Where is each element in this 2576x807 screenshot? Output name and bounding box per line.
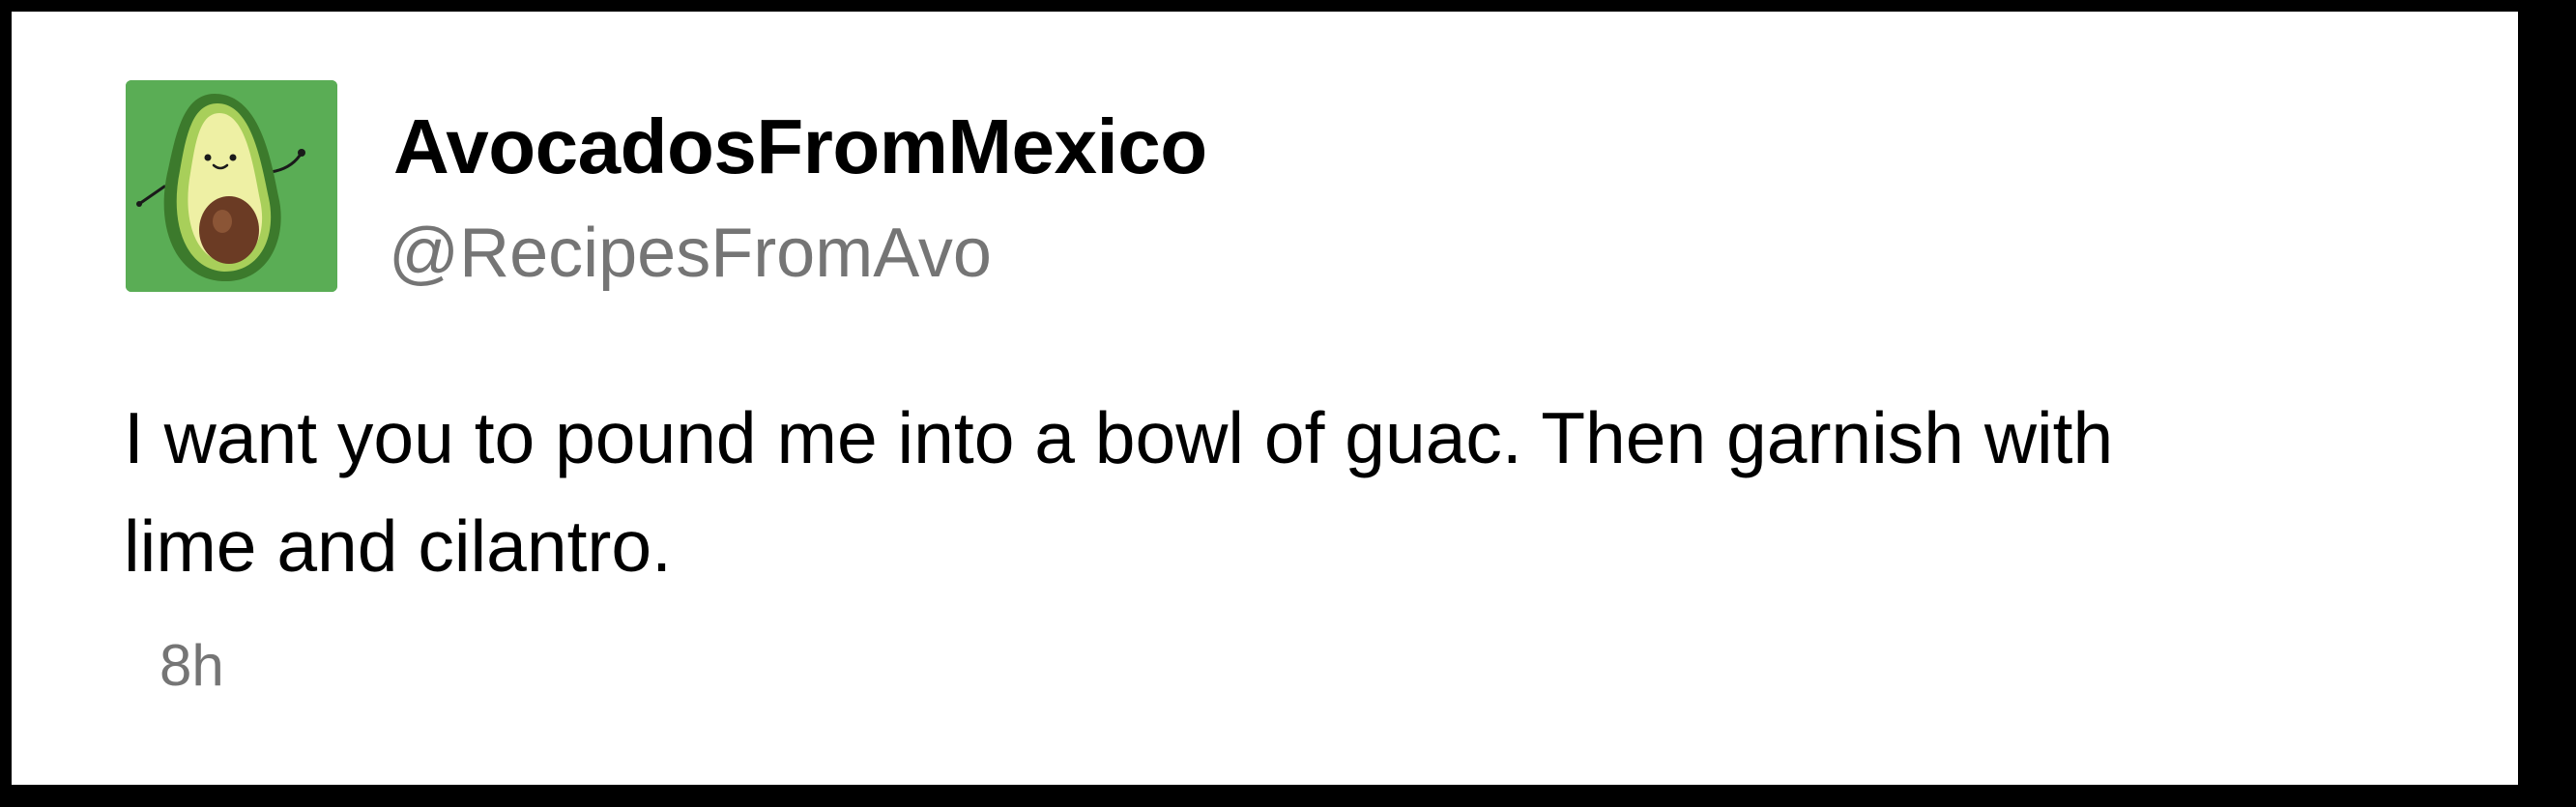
tweet-card: AvocadosFromMexico @RecipesFromAvo I wan…	[12, 12, 2518, 785]
display-name[interactable]: AvocadosFromMexico	[393, 108, 1207, 186]
avocado-icon	[126, 80, 337, 292]
avatar[interactable]	[126, 80, 337, 292]
tweet-text: I want you to pound me into a bowl of gu…	[124, 397, 2114, 587]
user-handle[interactable]: @RecipesFromAvo	[389, 218, 992, 288]
timestamp[interactable]: 8h	[159, 637, 224, 695]
